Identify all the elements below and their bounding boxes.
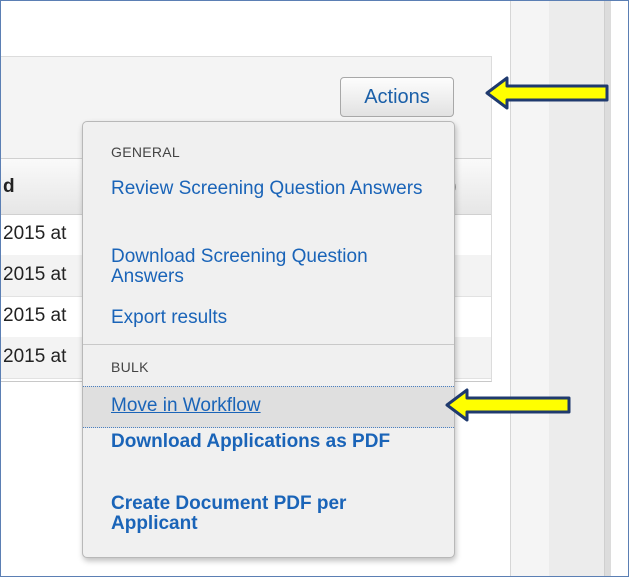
menu-section-general: GENERAL — [111, 144, 181, 160]
callout-arrow-icon — [445, 388, 571, 422]
menu-item-download-applications-pdf[interactable]: Download Applications as PDF — [111, 432, 431, 452]
menu-section-bulk: BULK — [111, 359, 149, 375]
menu-item-download-screening-answers[interactable]: Download Screening Question Answers — [111, 247, 431, 287]
column-header-left[interactable]: d — [3, 176, 15, 198]
table-cell-date: 2015 at — [3, 346, 67, 367]
actions-button[interactable]: Actions — [340, 77, 454, 117]
menu-item-move-in-workflow[interactable]: Move in Workflow — [111, 396, 431, 416]
menu-divider — [83, 344, 454, 345]
table-cell-date: 2015 at — [3, 223, 67, 244]
menu-item-export-results[interactable]: Export results — [111, 308, 431, 328]
table-cell-date: 2015 at — [3, 264, 67, 285]
menu-item-review-screening-answers[interactable]: Review Screening Question Answers — [111, 179, 431, 199]
menu-item-create-document-pdf[interactable]: Create Document PDF per Applicant — [111, 494, 431, 534]
table-cell-date: 2015 at — [3, 305, 67, 326]
callout-arrow-icon — [485, 76, 609, 110]
right-panel-edge — [611, 1, 627, 576]
actions-dropdown-menu: GENERAL Review Screening Question Answer… — [82, 121, 455, 558]
